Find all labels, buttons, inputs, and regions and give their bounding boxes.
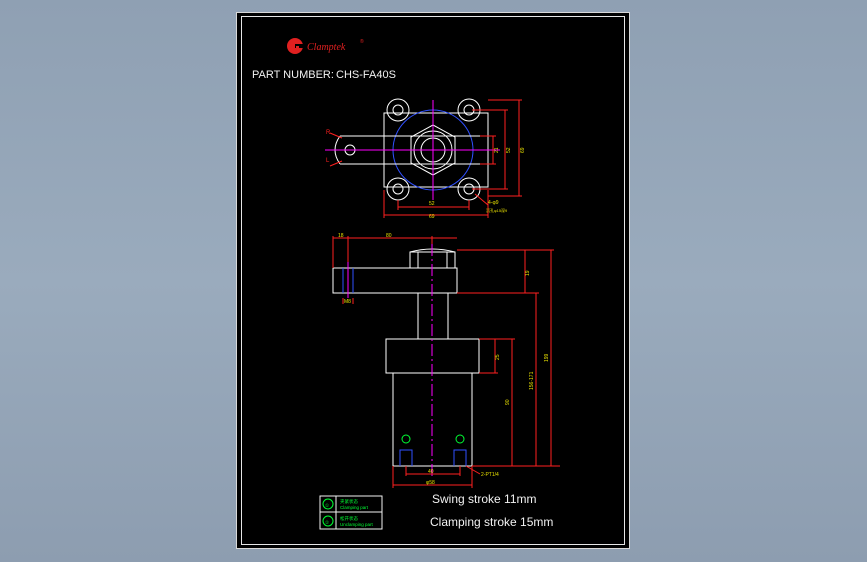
brand-name: Clamptek [307, 42, 346, 53]
dim-arm-hole: M8 [344, 299, 351, 305]
legend-symbol-1: ① [325, 503, 330, 508]
dim-width: 69 [429, 214, 435, 220]
dim-body-h: 90 [505, 399, 511, 405]
dim-h1: 21 [494, 147, 500, 153]
legend: ① ② 夹紧状态 Clamping part 松开状态 Unclamping p… [319, 495, 383, 530]
dim-total: 199 [544, 353, 550, 362]
dim-h3: 69 [520, 147, 526, 153]
legend-symbol-2: ② [325, 520, 330, 525]
dim-pitch: 52 [429, 201, 435, 207]
dim-counterbore: 沉孔φ15深9 [486, 207, 508, 213]
dim-h2: 52 [506, 147, 512, 153]
dim-stroke: 156-171 [529, 371, 535, 390]
brand-reg: ® [360, 38, 364, 45]
clamptek-logo: Clamptek ® [287, 38, 364, 54]
note-swing-stroke: Swing stroke 11mm [432, 492, 536, 506]
dim-port: 2-PT1/4 [481, 472, 499, 478]
mark-l: L [326, 158, 330, 164]
mark-r: R [326, 130, 331, 136]
dim-bottom-pitch: 40 [428, 469, 434, 475]
dim-arm-tip: 18 [338, 233, 344, 239]
part-number-value: CHS-FA40S [336, 69, 396, 81]
note-clamping-stroke: Clamping stroke 15mm [430, 515, 553, 529]
dim-top-h: 19 [525, 270, 531, 276]
legend-caption-1: Clamping part [340, 505, 369, 510]
dim-arm-len: 80 [386, 233, 392, 239]
dim-body-top: 25 [495, 354, 501, 360]
dim-base: φ58 [426, 480, 435, 486]
legend-title-1: 夹紧状态 [340, 498, 358, 505]
part-number-label: PART NUMBER: [252, 69, 334, 81]
dim-holes: 4-φ9 [488, 200, 499, 206]
legend-title-2: 松开状态 [340, 515, 358, 522]
legend-caption-2: Unclamping part [340, 522, 374, 527]
cad-drawing: Clamptek ® PART NUMBER: CHS-FA40S R L 52… [252, 38, 560, 530]
